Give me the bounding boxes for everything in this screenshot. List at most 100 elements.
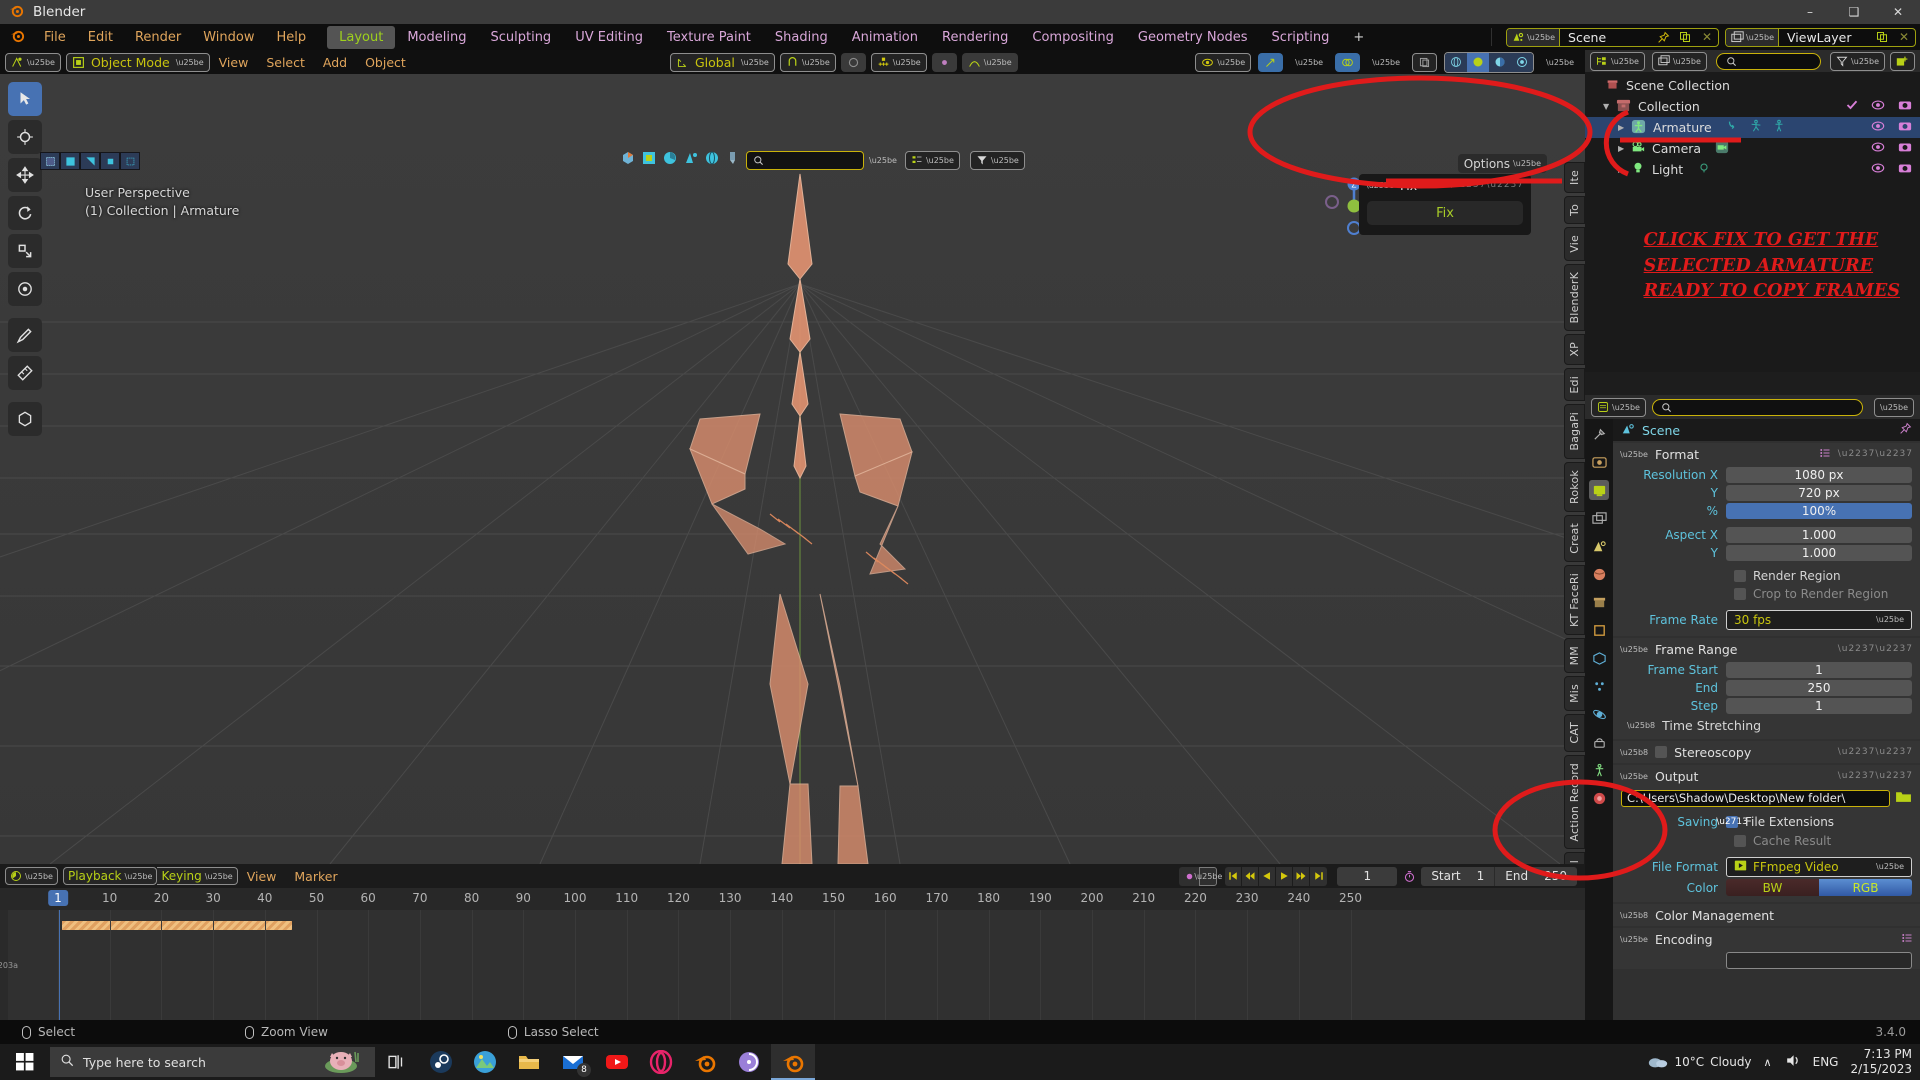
- expand-triangle[interactable]: ▼: [1603, 102, 1616, 111]
- camera-icon[interactable]: [1898, 140, 1912, 157]
- aspect-x-field[interactable]: 1.000: [1726, 526, 1912, 543]
- workspace-tab-compositing[interactable]: Compositing: [1020, 26, 1126, 49]
- minimize-button[interactable]: –: [1788, 0, 1832, 24]
- measure-tool[interactable]: [8, 356, 42, 390]
- tray-chevron-icon[interactable]: ∧: [1764, 1056, 1772, 1069]
- select-invert-icon[interactable]: [100, 152, 120, 170]
- camera-icon[interactable]: [1898, 98, 1912, 115]
- collection-tab[interactable]: [1589, 592, 1609, 612]
- timeline-playhead-label[interactable]: 1: [48, 890, 68, 906]
- visibility-selector[interactable]: \u25be: [1195, 52, 1252, 72]
- frame-step-field[interactable]: 1: [1726, 697, 1912, 714]
- sidebar-tab-cat[interactable]: CAT: [1564, 713, 1585, 752]
- outliner-filter-icon[interactable]: \u25be: [1830, 51, 1885, 71]
- xray-toggle[interactable]: [1412, 52, 1438, 72]
- cursor-tool[interactable]: [8, 120, 42, 154]
- current-frame-field[interactable]: 1: [1337, 866, 1398, 886]
- properties-search-input[interactable]: [1651, 398, 1864, 416]
- language-indicator[interactable]: ENG: [1813, 1055, 1839, 1069]
- blender-active-icon[interactable]: [771, 1044, 815, 1080]
- gizmo-toggle[interactable]: [1258, 52, 1284, 72]
- playback-menu[interactable]: Playback \u25be: [62, 867, 158, 885]
- select-subtract-icon[interactable]: [80, 152, 100, 170]
- timeline-editor-icon[interactable]: \u25be: [5, 867, 58, 885]
- search-chevron-icon[interactable]: \u25be: [869, 156, 897, 165]
- grip-dots-icon[interactable]: \u2237\u2237: [1449, 180, 1524, 190]
- task-view-icon[interactable]: [375, 1044, 419, 1080]
- sidebar-tab-edit[interactable]: Edi: [1564, 367, 1585, 402]
- properties-editor-type-icon[interactable]: \u25be: [1591, 397, 1646, 417]
- output-tab[interactable]: [1589, 480, 1609, 500]
- weather-widget[interactable]: 10°C Cloudy: [1647, 1053, 1752, 1072]
- move-tool[interactable]: [8, 158, 42, 192]
- scene-tab[interactable]: [1589, 536, 1609, 556]
- folder-icon[interactable]: [1895, 788, 1912, 809]
- sidebar-tab-create[interactable]: Creat: [1564, 514, 1585, 562]
- viewlayer-icon[interactable]: \u25be: [1726, 28, 1779, 46]
- sidebar-tab-kt-facerig[interactable]: KT FaceRi: [1564, 564, 1585, 635]
- timeline-menu-view[interactable]: View: [238, 869, 286, 884]
- sidebar-tab-action-record[interactable]: Action Record: [1564, 754, 1585, 850]
- time-stretching-subpan[interactable]: \u25b8 Time Stretching: [1613, 715, 1920, 736]
- viewport-menu-object[interactable]: Object: [356, 55, 415, 70]
- viewport-search-input[interactable]: [746, 150, 864, 170]
- overlays-options-chevron[interactable]: \u25be: [1367, 53, 1405, 72]
- resolution-x-field[interactable]: 1080 px: [1726, 466, 1912, 483]
- chevron-right-icon[interactable]: \u25b8: [1620, 911, 1648, 920]
- sidebar-tab-mm[interactable]: MM: [1564, 637, 1585, 674]
- keyframe-row[interactable]: [62, 921, 292, 930]
- next-keyframe-button[interactable]: [1293, 866, 1311, 886]
- output-panel-header[interactable]: \u25be Output \u2237\u2237: [1613, 765, 1920, 787]
- data-tab[interactable]: [1589, 760, 1609, 780]
- editor-type-icon[interactable]: \u25be: [5, 52, 61, 72]
- shading-wireframe-button[interactable]: [1445, 52, 1468, 72]
- camera-icon[interactable]: [1898, 161, 1912, 178]
- eye-icon[interactable]: [1871, 119, 1885, 136]
- eye-icon[interactable]: [1871, 161, 1885, 178]
- viewport-options-button[interactable]: Options \u25be: [1457, 154, 1547, 173]
- bittorrent-icon[interactable]: [727, 1044, 771, 1080]
- aspect-y-field[interactable]: 1.000: [1726, 544, 1912, 561]
- color-mode-toggle[interactable]: BW RGB: [1726, 879, 1912, 896]
- outliner-row-collection[interactable]: ▼ Collection: [1585, 96, 1920, 117]
- scene-selector[interactable]: \u25be Scene ✕: [1506, 27, 1720, 47]
- armature-data-icon[interactable]: [1772, 119, 1786, 136]
- constraints-tab[interactable]: [1589, 732, 1609, 752]
- object-tab[interactable]: [1589, 620, 1609, 640]
- shading-rendered-button[interactable]: [1511, 52, 1534, 72]
- windows-start-icon[interactable]: [0, 1044, 50, 1080]
- chevron-right-icon[interactable]: \u25b8: [1620, 748, 1648, 757]
- new-collection-icon[interactable]: [1890, 51, 1915, 71]
- file-extensions-checkbox[interactable]: \u2713: [1716, 816, 1748, 828]
- sidebar-tab-item[interactable]: Ite: [1564, 162, 1585, 193]
- expand-triangle[interactable]: ▶: [1618, 144, 1631, 153]
- clock[interactable]: 7:13 PM 2/15/2023: [1850, 1047, 1912, 1077]
- material-tab[interactable]: [1589, 788, 1609, 808]
- outliner-body[interactable]: Scene Collection ▼ Collection ▶ Armature: [1585, 72, 1920, 372]
- sidebar-tab-tool[interactable]: To: [1564, 195, 1585, 224]
- eye-icon[interactable]: [1871, 98, 1885, 115]
- timeline-ruler[interactable]: 1 10 20 30 40 50 60 70 80 90 100 110 120 130 140 150 160…: [0, 888, 1585, 910]
- channel-region-toggle[interactable]: \u203a: [0, 910, 18, 1020]
- frame-start-field[interactable]: 1: [1726, 661, 1912, 678]
- grip-dots-icon[interactable]: \u2237\u2237: [1838, 644, 1913, 654]
- properties-options-chevron[interactable]: \u25be: [1874, 397, 1914, 417]
- close-button[interactable]: ✕: [1876, 0, 1920, 24]
- transform-orientation-selector[interactable]: Global \u25be: [670, 52, 775, 72]
- frame-rate-dropdown[interactable]: 30 fps \u25be: [1726, 609, 1912, 630]
- view-layer-tab[interactable]: [1589, 508, 1609, 528]
- cache-result-row[interactable]: Cache Result: [1734, 832, 1920, 850]
- gizmo-options-chevron[interactable]: \u25be: [1290, 53, 1328, 72]
- render-region-checkbox[interactable]: [1734, 570, 1746, 582]
- animation-data-icon[interactable]: [1726, 119, 1740, 136]
- world-tab[interactable]: [1589, 564, 1609, 584]
- object-mode-selector[interactable]: Object Mode \u25be: [65, 52, 210, 72]
- camera-icon[interactable]: [1898, 119, 1912, 136]
- snap-target-selector[interactable]: \u25be: [870, 52, 927, 72]
- viewport-menu-view[interactable]: View: [210, 55, 258, 70]
- play-button[interactable]: [1276, 866, 1294, 886]
- sidebar-tab-tool-2[interactable]: Tool: [1564, 852, 1585, 864]
- viewlayer-selector[interactable]: \u25be ViewLayer ✕: [1725, 27, 1916, 47]
- sidebar-tab-misc[interactable]: Mis: [1564, 676, 1585, 711]
- menu-help[interactable]: Help: [266, 27, 318, 48]
